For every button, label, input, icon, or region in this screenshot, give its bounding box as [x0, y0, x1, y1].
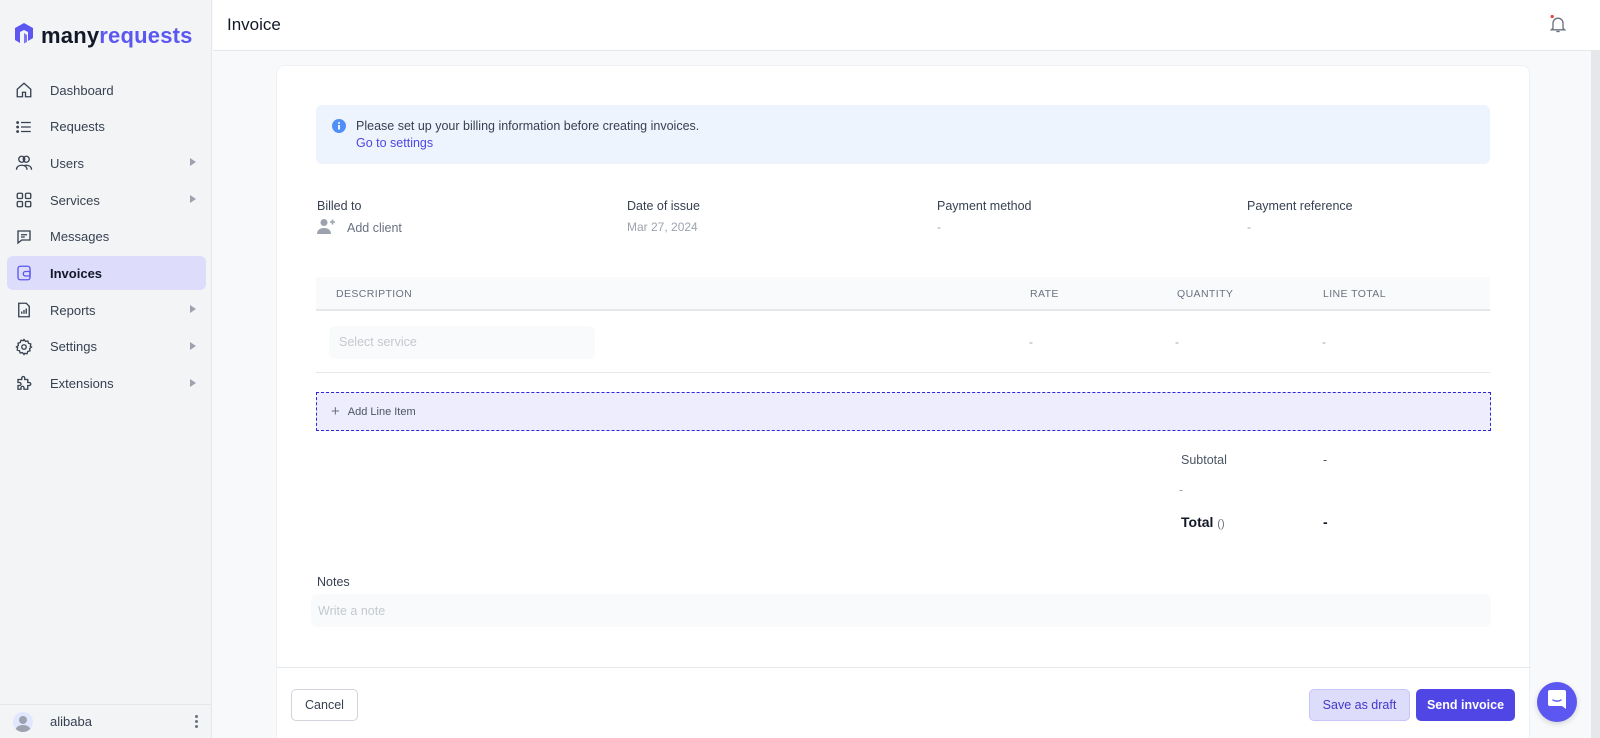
chevron-right-icon [190, 305, 196, 314]
user-menu[interactable]: alibaba [0, 704, 212, 738]
chat-icon [1547, 689, 1567, 716]
avatar [13, 711, 33, 732]
message-icon [15, 228, 33, 246]
sidebar-item-label: Requests [50, 119, 105, 135]
date-of-issue-value[interactable]: Mar 27, 2024 [627, 220, 700, 234]
users-icon [15, 154, 33, 172]
payment-reference-value[interactable]: - [1247, 220, 1353, 234]
list-icon [15, 118, 33, 136]
brand-name-part2: requests [99, 22, 193, 48]
brand-name: manyrequests [41, 23, 193, 49]
save-as-draft-button[interactable]: Save as draft [1309, 689, 1410, 721]
top-header: Invoice [213, 0, 1600, 51]
user-name: alibaba [50, 714, 92, 729]
sidebar-item-requests[interactable]: Requests [7, 110, 206, 144]
payment-method-section: Payment method - [937, 199, 1032, 234]
chevron-right-icon [190, 158, 196, 167]
grid-icon [15, 191, 33, 209]
more-vertical-icon[interactable] [195, 715, 198, 728]
add-line-item-button[interactable]: + Add Line Item [316, 392, 1491, 431]
sidebar-item-messages[interactable]: Messages [7, 220, 206, 254]
notes-label: Notes [317, 575, 350, 589]
billed-to-section: Billed to Add client [317, 199, 402, 237]
sidebar-nav: Dashboard Requests Users Services Messag… [7, 73, 206, 403]
sidebar-item-label: Settings [50, 339, 97, 355]
info-icon [332, 119, 346, 138]
total-label-text: Total [1181, 514, 1214, 530]
sidebar-item-dashboard[interactable]: Dashboard [7, 73, 206, 107]
chat-launcher-button[interactable] [1537, 682, 1577, 722]
billed-to-label: Billed to [317, 199, 362, 213]
chevron-right-icon [190, 195, 196, 204]
logo-icon [13, 22, 35, 49]
plus-icon: + [331, 403, 340, 420]
report-icon [15, 301, 33, 319]
page-title: Invoice [227, 15, 281, 34]
billing-alert: Please set up your billing information b… [316, 105, 1490, 164]
sidebar-item-label: Reports [50, 302, 96, 318]
go-to-settings-link[interactable]: Go to settings [356, 136, 433, 150]
total-value: - [1323, 514, 1328, 530]
footer-divider [277, 667, 1531, 668]
brand-name-part1: many [41, 22, 100, 48]
bell-icon[interactable] [1548, 14, 1568, 39]
page-scrollbar[interactable] [1591, 51, 1600, 738]
sidebar-item-label: Dashboard [50, 82, 114, 98]
payment-method-value[interactable]: - [937, 220, 1032, 234]
sidebar-item-reports[interactable]: Reports [7, 293, 206, 327]
select-service-dropdown[interactable]: Select service [329, 326, 595, 359]
sidebar: manyrequests Dashboard Requests Users Se… [0, 0, 212, 738]
sidebar-item-extensions[interactable]: Extensions [7, 367, 206, 401]
payment-reference-section: Payment reference - [1247, 199, 1353, 234]
payment-method-label: Payment method [937, 199, 1032, 213]
total-currency: () [1217, 518, 1225, 530]
sidebar-item-label: Extensions [50, 376, 114, 391]
quantity-value: - [1175, 335, 1179, 349]
notes-input[interactable] [311, 594, 1491, 627]
table-row: Select service - - - [316, 312, 1490, 373]
home-icon [15, 81, 33, 99]
add-user-icon [317, 218, 335, 237]
send-invoice-button[interactable]: Send invoice [1416, 689, 1515, 721]
chevron-right-icon [190, 378, 196, 387]
sidebar-item-settings[interactable]: Settings [7, 330, 206, 364]
sidebar-item-label: Services [50, 192, 100, 208]
chevron-right-icon [190, 341, 196, 350]
subtotal-value: - [1323, 453, 1328, 467]
sidebar-item-label: Invoices [50, 265, 103, 281]
invoice-card: Please set up your billing information b… [276, 65, 1531, 738]
date-of-issue-section: Date of issue Mar 27, 2024 [627, 199, 700, 234]
add-client-label: Add client [347, 220, 402, 235]
subtotal-label: Subtotal [1181, 453, 1227, 467]
column-header-line-total: LINE TOTAL [1323, 288, 1386, 300]
brand-logo[interactable]: manyrequests [13, 22, 193, 49]
cancel-button[interactable]: Cancel [291, 689, 358, 721]
line-total-value: - [1322, 335, 1326, 349]
sidebar-item-services[interactable]: Services [7, 183, 206, 217]
payment-reference-label: Payment reference [1247, 199, 1353, 213]
column-header-rate: RATE [1030, 288, 1059, 300]
alert-message: Please set up your billing information b… [356, 119, 700, 133]
rate-value: - [1029, 335, 1033, 349]
column-header-quantity: QUANTITY [1177, 288, 1234, 300]
sidebar-item-label: Messages [50, 229, 110, 245]
total-label: Total () [1181, 514, 1225, 530]
sidebar-item-users[interactable]: Users [7, 146, 206, 180]
tax-label: - [1179, 483, 1184, 497]
add-line-item-label: Add Line Item [347, 405, 416, 418]
add-client-button[interactable]: Add client [317, 218, 402, 237]
line-items-header: DESCRIPTION RATE QUANTITY LINE TOTAL [316, 277, 1490, 311]
wallet-icon [15, 264, 33, 282]
sidebar-item-invoices[interactable]: Invoices [7, 256, 206, 291]
date-of-issue-label: Date of issue [627, 199, 700, 213]
gear-icon [15, 338, 33, 356]
puzzle-icon [15, 375, 33, 393]
column-header-description: DESCRIPTION [336, 288, 413, 300]
sidebar-item-label: Users [50, 155, 84, 171]
